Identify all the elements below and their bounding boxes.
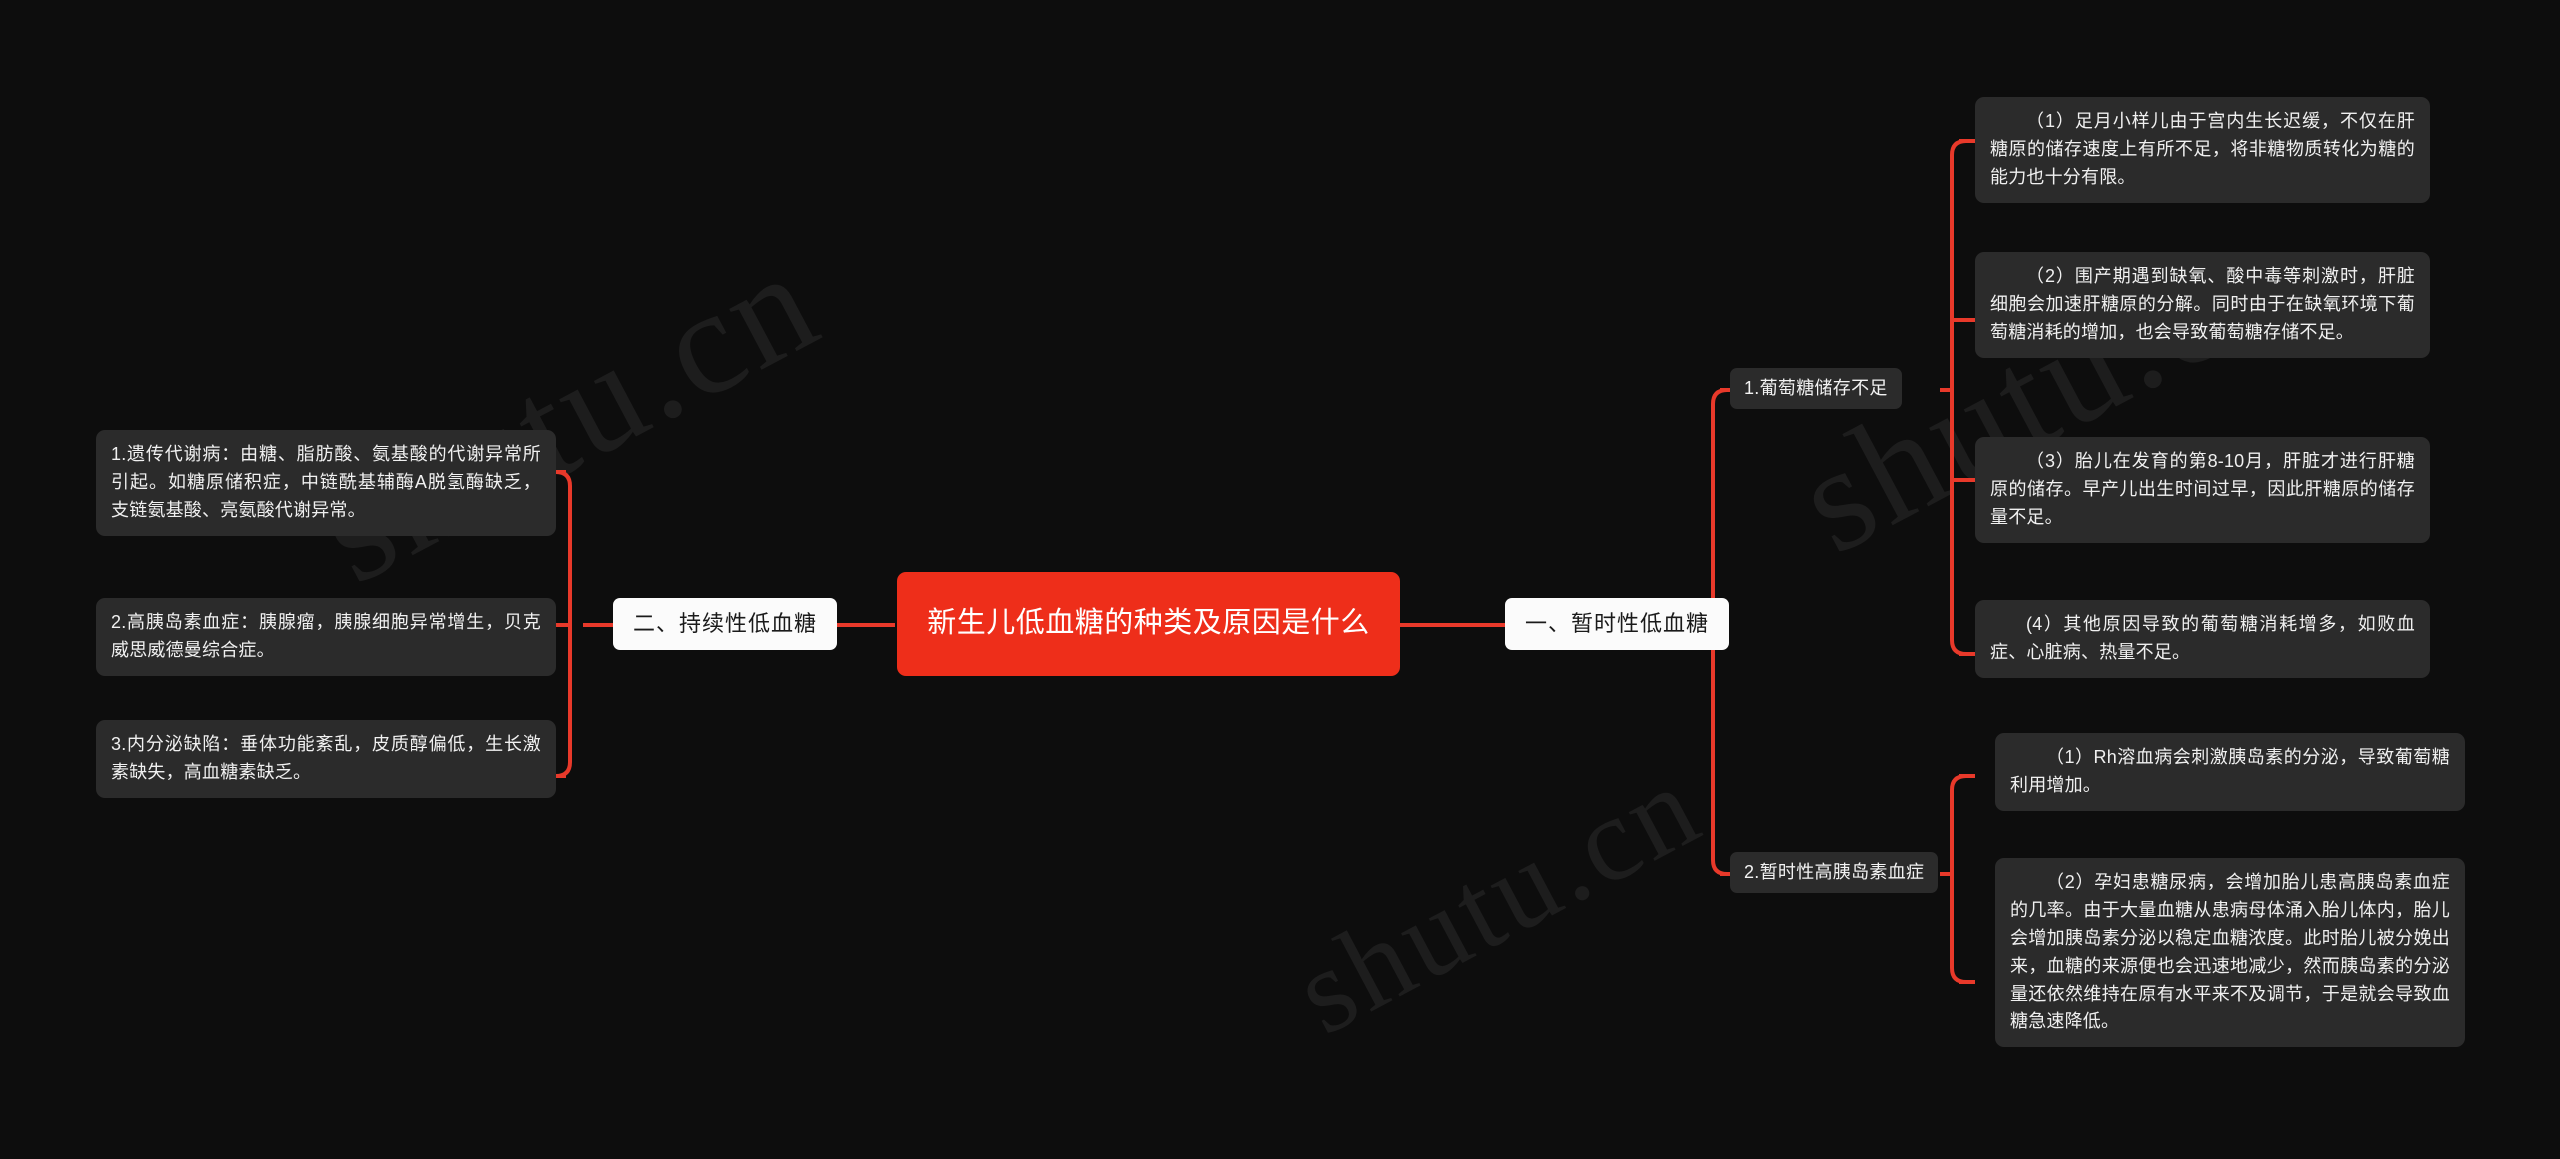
sub-node-label: 1.葡萄糖储存不足 bbox=[1744, 378, 1888, 398]
sub-node-label: 2.暂时性高胰岛素血症 bbox=[1744, 862, 1925, 882]
leaf-node-text: （2）围产期遇到缺氧、酸中毒等刺激时，肝脏细胞会加速肝糖原的分解。同时由于在缺氧… bbox=[1990, 266, 2415, 342]
leaf-node-text: （3）胎儿在发育的第8-10月，肝脏才进行肝糖原的储存。早产儿出生时间过早，因此… bbox=[1990, 451, 2415, 527]
leaf-node-text: (4）其他原因导致的葡萄糖消耗增多，如败血症、心脏病、热量不足。 bbox=[1990, 614, 2415, 662]
root-node-label: 新生儿低血糖的种类及原因是什么 bbox=[927, 607, 1370, 640]
left-elbow-top bbox=[555, 470, 572, 487]
branch-node-label: 一、暂时性低血糖 bbox=[1525, 611, 1710, 636]
leaf-node-text: （1）足月小样儿由于宫内生长迟缓，不仅在肝糖原的储存速度上有所不足，将非糖物质转… bbox=[1990, 111, 2415, 187]
leaf-node-text: 2.高胰岛素血症：胰腺瘤，胰腺细胞异常增生，贝克威思威德曼综合症。 bbox=[111, 612, 541, 660]
g2-elbow-bottom bbox=[1950, 967, 1967, 984]
leaf-node-g1-item2[interactable]: （2）围产期遇到缺氧、酸中毒等刺激时，肝脏细胞会加速肝糖原的分解。同时由于在缺氧… bbox=[1975, 252, 2430, 358]
branch-node-transient-hypoglycemia[interactable]: 一、暂时性低血糖 bbox=[1505, 598, 1730, 650]
sub-node-insufficient-glucose-storage[interactable]: 1.葡萄糖储存不足 bbox=[1730, 368, 1902, 410]
right-elbow-bottom bbox=[1711, 859, 1728, 876]
branch-node-label: 二、持续性低血糖 bbox=[633, 611, 818, 636]
mindmap-canvas: shutu.cn shutu.cn shutu.cn 新生儿低血糖的种类及原因是… bbox=[0, 0, 2560, 1159]
g1-elbow-top bbox=[1950, 139, 1967, 156]
leaf-node-g1-item1[interactable]: （1）足月小样儿由于宫内生长迟缓，不仅在肝糖原的储存速度上有所不足，将非糖物质转… bbox=[1975, 97, 2430, 203]
right-elbow-top bbox=[1711, 388, 1728, 405]
left-elbow-bottom bbox=[555, 761, 572, 778]
sub-node-transient-hyperinsulinism[interactable]: 2.暂时性高胰岛素血症 bbox=[1730, 852, 1939, 894]
leaf-node-g1-item3[interactable]: （3）胎儿在发育的第8-10月，肝脏才进行肝糖原的储存。早产儿出生时间过早，因此… bbox=[1975, 437, 2430, 543]
leaf-node-hyperinsulinism[interactable]: 2.高胰岛素血症：胰腺瘤，胰腺细胞异常增生，贝克威思威德曼综合症。 bbox=[96, 598, 556, 676]
leaf-node-text: （1）Rh溶血病会刺激胰岛素的分泌，导致葡萄糖利用增加。 bbox=[2010, 747, 2450, 795]
leaf-node-text: （2）孕妇患糖尿病，会增加胎儿患高胰岛素血症的几率。由于大量血糖从患病母体涌入胎… bbox=[2010, 872, 2450, 1032]
leaf-node-g1-item4[interactable]: (4）其他原因导致的葡萄糖消耗增多，如败血症、心脏病、热量不足。 bbox=[1975, 600, 2430, 678]
leaf-node-g2-item2[interactable]: （2）孕妇患糖尿病，会增加胎儿患高胰岛素血症的几率。由于大量血糖从患病母体涌入胎… bbox=[1995, 858, 2465, 1048]
leaf-node-endocrine-deficiency[interactable]: 3.内分泌缺陷：垂体功能紊乱，皮质醇偏低，生长激素缺失，高血糖素缺乏。 bbox=[96, 720, 556, 798]
root-node[interactable]: 新生儿低血糖的种类及原因是什么 bbox=[897, 572, 1400, 676]
leaf-node-text: 3.内分泌缺陷：垂体功能紊乱，皮质醇偏低，生长激素缺失，高血糖素缺乏。 bbox=[111, 734, 541, 782]
leaf-node-text: 1.遗传代谢病：由糖、脂肪酸、氨基酸的代谢异常所引起。如糖原储积症，中链酰基辅酶… bbox=[111, 444, 541, 520]
g1-elbow-bottom bbox=[1950, 639, 1967, 656]
leaf-node-g2-item1[interactable]: （1）Rh溶血病会刺激胰岛素的分泌，导致葡萄糖利用增加。 bbox=[1995, 733, 2465, 811]
leaf-node-hereditary-metabolic[interactable]: 1.遗传代谢病：由糖、脂肪酸、氨基酸的代谢异常所引起。如糖原储积症，中链酰基辅酶… bbox=[96, 430, 556, 536]
branch-node-persistent-hypoglycemia[interactable]: 二、持续性低血糖 bbox=[613, 598, 838, 650]
g2-elbow-top bbox=[1950, 774, 1967, 791]
